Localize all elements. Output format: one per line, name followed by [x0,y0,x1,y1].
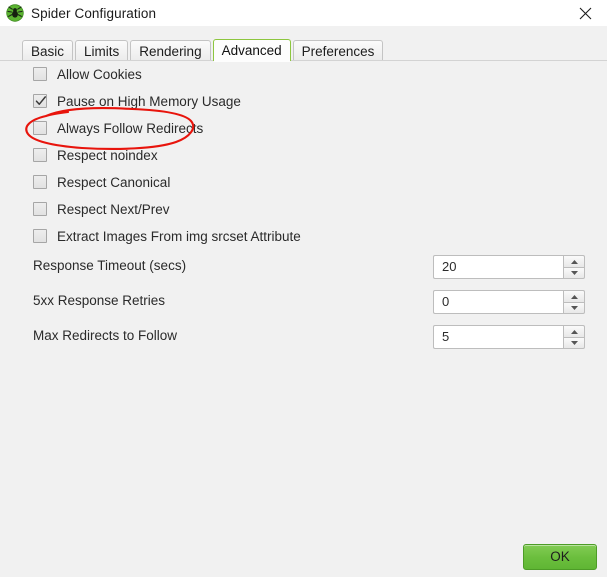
tab-limits[interactable]: Limits [75,40,129,61]
checkbox-row-allow-cookies[interactable]: Allow Cookies [33,64,142,84]
label-max-redirects-to-follow: Max Redirects to Follow [33,328,178,343]
label-response-timeout: Response Timeout (secs) [33,258,187,273]
tab-advanced[interactable]: Advanced [212,39,291,62]
checkbox-label-pause-on-high-memory-usage: Pause on High Memory Usage [57,93,241,109]
ok-button[interactable]: OK [523,544,597,570]
checkbox-label-respect-noindex: Respect noindex [57,147,158,163]
checkbox-always-follow-redirects[interactable] [33,121,47,135]
checkbox-row-respect-next-prev[interactable]: Respect Next/Prev [33,199,170,219]
tab-rendering[interactable]: Rendering [130,40,211,61]
advanced-settings-panel: Allow Cookies Pause on High Memory Usage… [0,60,607,577]
tab-preferences[interactable]: Preferences [292,40,384,61]
spinner-up-icon-response-timeout[interactable] [563,255,585,267]
checkbox-label-allow-cookies: Allow Cookies [57,66,142,82]
checkbox-label-respect-canonical: Respect Canonical [57,174,171,190]
checkbox-respect-next-prev[interactable] [33,202,47,216]
spider-configuration-window: Spider Configuration Basic Limits Render… [0,0,607,577]
tab-basic[interactable]: Basic [22,40,74,61]
spinner-response-timeout[interactable]: 20 [433,255,585,279]
checkbox-label-always-follow-redirects: Always Follow Redirects [57,120,204,136]
close-icon[interactable] [563,0,607,26]
field-row-5xx-response-retries: 5xx Response Retries 0 [0,290,607,314]
window-title: Spider Configuration [31,5,157,21]
spinner-down-icon-5xx-response-retries[interactable] [563,302,585,314]
spinner-max-redirects-to-follow[interactable]: 5 [433,325,585,349]
spinner-up-icon-5xx-response-retries[interactable] [563,290,585,302]
field-row-max-redirects-to-follow: Max Redirects to Follow 5 [0,325,607,349]
label-5xx-response-retries: 5xx Response Retries [33,293,166,308]
checkbox-row-respect-canonical[interactable]: Respect Canonical [33,172,170,192]
checkbox-respect-canonical[interactable] [33,175,47,189]
input-5xx-response-retries[interactable]: 0 [433,290,563,314]
checkbox-respect-noindex[interactable] [33,148,47,162]
checkbox-row-respect-noindex[interactable]: Respect noindex [33,145,158,165]
spider-logo-icon [6,4,24,22]
checkbox-row-pause-on-high-memory-usage[interactable]: Pause on High Memory Usage [33,91,241,111]
checkbox-extract-images-from-img-srcset-attribute[interactable] [33,229,47,243]
spinner-up-icon-max-redirects-to-follow[interactable] [563,325,585,337]
input-max-redirects-to-follow[interactable]: 5 [433,325,563,349]
tab-strip: Basic Limits Rendering Advanced Preferen… [0,26,607,62]
spinner-down-icon-max-redirects-to-follow[interactable] [563,337,585,349]
title-bar: Spider Configuration [0,0,607,26]
checkbox-label-respect-next-prev: Respect Next/Prev [57,201,170,217]
spinner-5xx-response-retries[interactable]: 0 [433,290,585,314]
spinner-down-icon-response-timeout[interactable] [563,267,585,279]
checkbox-allow-cookies[interactable] [33,67,47,81]
checkbox-row-extract-images-from-img-srcset-attribute[interactable]: Extract Images From img srcset Attribute [33,226,301,246]
checkbox-pause-on-high-memory-usage[interactable] [33,94,47,108]
checkbox-row-always-follow-redirects[interactable]: Always Follow Redirects [33,118,203,138]
field-row-response-timeout: Response Timeout (secs) 20 [0,255,607,279]
input-response-timeout[interactable]: 20 [433,255,563,279]
checkbox-label-extract-images-from-img-srcset-attribute: Extract Images From img srcset Attribute [57,228,301,244]
